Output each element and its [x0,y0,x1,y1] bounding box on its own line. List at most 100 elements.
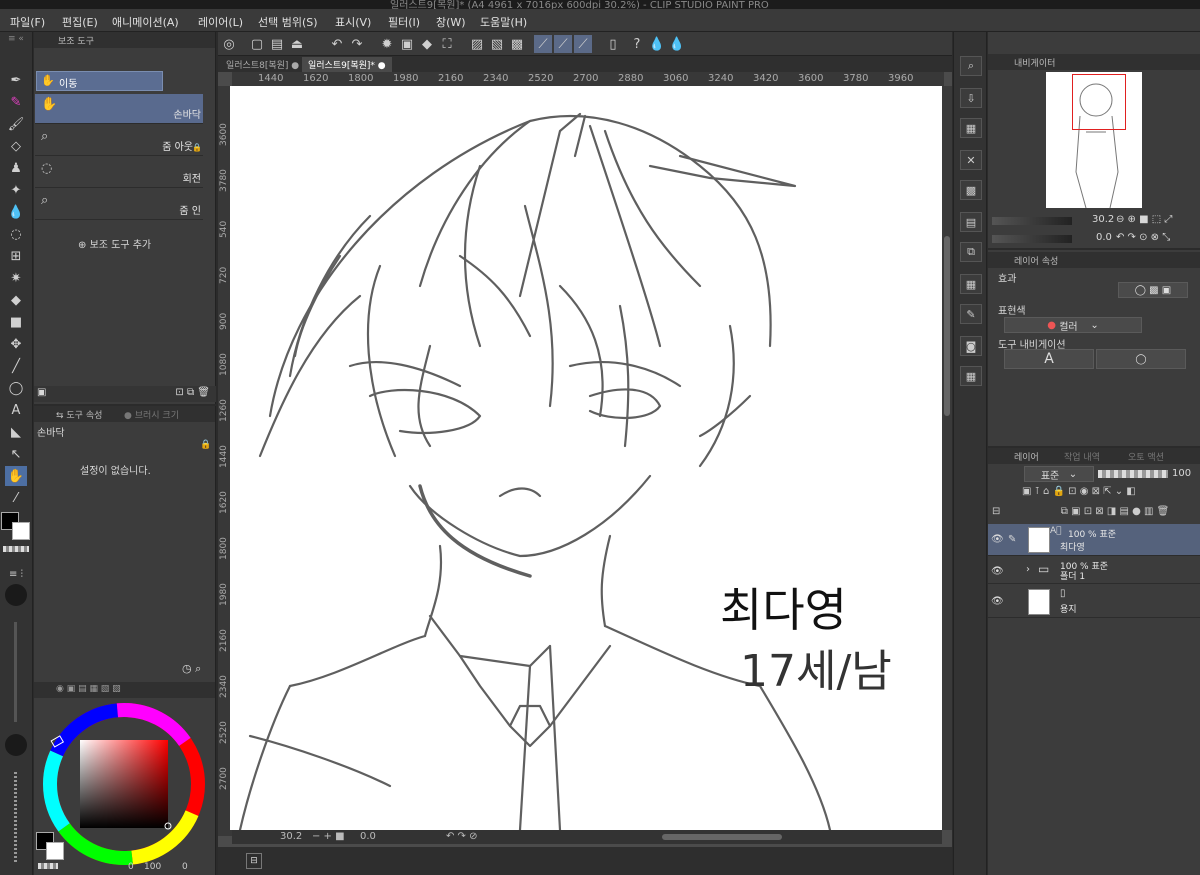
brush-tool-icon[interactable]: 🖌 [5,114,27,134]
open-file-icon[interactable]: ▤ [268,35,286,53]
tool-property-actions-icon[interactable]: ◷ ⌕ [182,662,201,676]
tab-illustration9[interactable]: 일러스트9[복원]* ● [302,57,392,72]
menu-file[interactable]: 파일(F) [10,14,45,30]
gradient-tool-icon[interactable]: ■ [5,312,27,332]
brush-size-slider[interactable] [14,622,17,722]
menu-window[interactable]: 창(W) [436,14,466,30]
menu-layer[interactable]: 레이어(L) [198,14,243,30]
canvas-paper[interactable]: 최다영 17세/남 [230,86,942,830]
navigator-view-rect[interactable] [1072,74,1126,130]
show-selection-icon[interactable]: ▩ [508,35,526,53]
slider-settings-icon[interactable]: ≡ ⫶ [5,564,27,584]
undo-icon[interactable]: ↶ [328,35,346,53]
drops-icon[interactable]: 💧 [668,35,686,53]
zoom-controls-icon[interactable]: − + ■ [312,831,345,842]
layer-row-paper[interactable]: 👁 ▯ 용지 [988,586,1200,618]
new-file-icon[interactable]: ▢ [248,35,266,53]
ruler-tool-icon[interactable]: ◣ [5,422,27,442]
eye-icon[interactable]: 👁 [991,596,1004,607]
airbrush-tool-icon[interactable]: 💧 [5,202,27,222]
opacity-slider[interactable] [1098,470,1168,478]
clear-outside-icon[interactable]: ▣ [398,35,416,53]
sub-color-chip[interactable] [46,842,64,860]
vertical-scrollbar[interactable] [942,86,952,830]
sub-color-swatch[interactable] [12,522,30,540]
clip-studio-icon[interactable]: ◎ [220,35,238,53]
clear-icon[interactable]: ✹ [378,35,396,53]
import-icon[interactable]: ⇩ [960,88,982,108]
sub-tool-item-zoom-in[interactable]: ⌕ 줌 인 [35,190,203,220]
snap-ruler-icon[interactable]: ⟋ [534,35,552,53]
tab-auto-action[interactable]: 오토 액션 [1128,450,1164,463]
sub-tool-menu-icon[interactable]: ▣ [37,387,46,398]
zoom-buttons-icon[interactable]: ⊖ ⊕ ■ ⬚ ⤢ [1116,214,1172,225]
navigator-zoom-slider[interactable] [992,217,1072,225]
timeline-icon[interactable]: ⊟ [246,853,262,869]
eraser-tool-icon[interactable]: ◇ [5,136,27,156]
table-icon[interactable]: ▦ [960,274,982,294]
sub-tool-group-tab[interactable]: ✋ 이동 [36,71,163,91]
pattern-icon[interactable]: ▩ [960,180,982,200]
sub-tool-item-zoom-out[interactable]: ⌕ 줌 아웃 🔒 [35,126,203,156]
sub-tool-actions-icon[interactable]: ⊡ ⧉ 🗑 [175,387,210,398]
move-layer-tool-icon[interactable]: ✥ [5,334,27,354]
brush-size-tab[interactable]: ● 브러시 크기 [124,408,179,421]
blend-tool-icon[interactable]: ✦ [5,180,27,200]
hand-tool-icon[interactable]: ✋ [5,466,27,486]
balloon-tool-icon[interactable]: ◯ [5,378,27,398]
tab-history[interactable]: 작업 내역 [1064,450,1100,463]
lock-icon[interactable]: 🔒 [200,440,211,450]
opacity-slider[interactable] [14,772,17,862]
figure-tool-icon[interactable]: ╱ [5,356,27,376]
eyedropper-tool-icon[interactable]: ⁄ [5,488,27,508]
search-icon[interactable]: ⌕ [960,56,982,76]
lasso-tool-icon[interactable]: ◌ [5,224,27,244]
text-tool-nav-button[interactable]: A [1004,349,1094,369]
scroll-thumb[interactable] [944,236,950,416]
mesh-tool-icon[interactable]: ⊞ [5,246,27,266]
navigator-preview[interactable] [1046,72,1142,209]
tab-illustration8[interactable]: 일러스트8[복원] ● [220,57,305,72]
layer-row-folder[interactable]: 👁 › ▭ 100 % 표준 폴더 1 [988,556,1200,584]
menu-filter[interactable]: 필터(I) [388,14,420,30]
color-panel-tabs-icon[interactable]: ◉ ▣ ▤ ▦ ▧ ▨ [56,684,121,694]
edit-icon[interactable]: ✎ [960,304,982,324]
grid-icon[interactable]: ▦ [960,118,982,138]
layers-icon[interactable]: ⧉ [960,242,982,262]
camera-icon[interactable]: ◙ [960,336,982,356]
text-tool-icon[interactable]: A [5,400,27,420]
list-icon[interactable]: ▦ [960,366,982,386]
layer-toolbar-1-icon[interactable]: ▣ ⊺ ⌂ 🔒 ⊡ ◉ ⊠ ⇱ ⌄ ◧ [1022,486,1198,500]
drop-icon[interactable]: 💧 [648,35,666,53]
smartphone-icon[interactable]: ▯ [604,35,622,53]
expression-color-select[interactable]: ● 컬러 ⌄ [1004,317,1142,333]
auto-select-tool-icon[interactable]: ✷ [5,268,27,288]
snap-special-ruler-icon[interactable]: ⟋ [554,35,572,53]
eye-icon[interactable]: 👁 [991,566,1004,577]
add-sub-tool-button[interactable]: ⊕ 보조 도구 추가 [78,236,151,251]
sub-tool-item-rotate[interactable]: ◌ 회전 [35,158,203,188]
transparent-swatch[interactable] [38,863,58,869]
deselect-icon[interactable]: ▨ [468,35,486,53]
layer-icon[interactable]: ▤ [960,212,982,232]
horizontal-scrollbar[interactable] [662,834,782,840]
navigator-rotation-slider[interactable] [992,235,1072,243]
close-box-icon[interactable]: ✕ [960,150,982,170]
menu-edit[interactable]: 편집(E) [62,14,98,30]
collapse-icon[interactable]: ≡ « [5,34,27,44]
pen-tool-icon[interactable]: ✒ [5,70,27,90]
sub-tool-item-hand[interactable]: ✋ 손바닥 [35,94,203,124]
snap-grid-icon[interactable]: ⟋ [574,35,592,53]
operation-tool-icon[interactable]: ↖ [5,444,27,464]
balloon-tool-nav-button[interactable]: ◯ [1096,349,1186,369]
tool-property-tab[interactable]: ⇆ 도구 속성 [56,408,102,421]
fill-tool-icon[interactable]: ◆ [5,290,27,310]
save-icon[interactable]: ⏏ [288,35,306,53]
rotation-controls-icon[interactable]: ↶ ↷ ⊘ [446,831,478,842]
expand-chevron-icon[interactable]: › [1026,564,1030,575]
effect-buttons[interactable]: ◯ ▩ ▣ [1118,282,1188,298]
fill-icon[interactable]: ◆ [418,35,436,53]
layer-row-vector[interactable]: 👁 ✎ A⃞ 100 % 표준 최다영 [988,524,1200,556]
redo-icon[interactable]: ↷ [348,35,366,53]
blend-mode-select[interactable]: 표준 ⌄ [1024,466,1094,482]
